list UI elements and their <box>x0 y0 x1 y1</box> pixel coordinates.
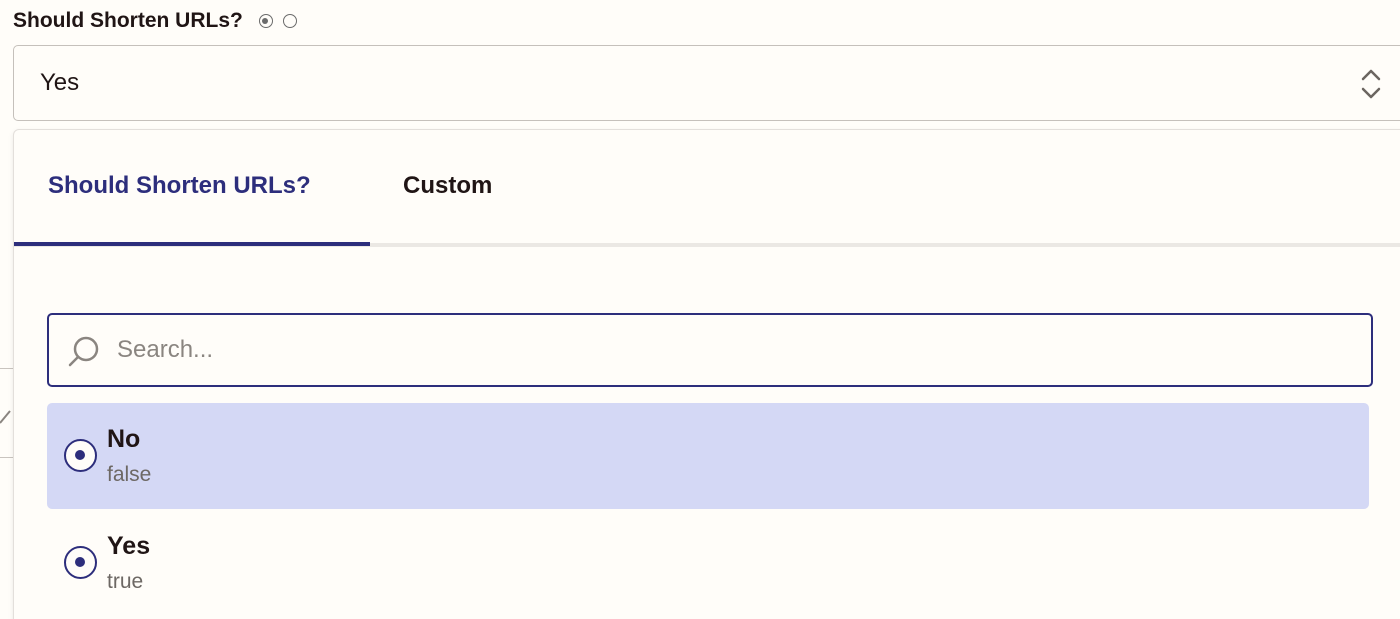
should-shorten-urls-select[interactable]: Yes <box>13 45 1400 121</box>
select-value: Yes <box>40 69 80 96</box>
input-mode-toggle <box>258 14 307 28</box>
tab-custom[interactable]: Custom <box>403 172 492 200</box>
dropdown-tabs: Should Shorten URLs? Custom <box>14 130 1400 247</box>
mode-radio-text[interactable] <box>282 14 297 28</box>
option-no[interactable]: No false <box>47 403 1369 509</box>
chevron-up-down-icon <box>1361 69 1381 99</box>
option-label: Yes <box>107 532 151 560</box>
field-label: Should Shorten URLs? <box>13 9 243 32</box>
background-divider <box>0 368 13 369</box>
active-tab-indicator <box>14 242 370 246</box>
search-input[interactable] <box>117 325 1357 375</box>
option-value: true <box>107 570 144 593</box>
option-yes[interactable]: Yes true <box>47 510 1369 616</box>
option-radio <box>64 439 97 472</box>
tab-should-shorten-urls[interactable]: Should Shorten URLs? <box>48 172 311 200</box>
background-divider <box>0 457 13 458</box>
mode-radio-dropdown[interactable] <box>258 14 273 28</box>
field-label-row: Should Shorten URLs? <box>13 7 307 35</box>
page: Should Shorten URLs? Yes Should Shorten … <box>0 0 1400 619</box>
background-fragment <box>0 410 11 424</box>
search-icon <box>68 336 99 367</box>
option-label: No <box>107 425 141 453</box>
search-box[interactable] <box>47 313 1373 387</box>
dropdown-panel: Should Shorten URLs? Custom No false Yes… <box>13 129 1400 619</box>
option-value: false <box>107 463 152 486</box>
option-radio <box>64 546 97 579</box>
